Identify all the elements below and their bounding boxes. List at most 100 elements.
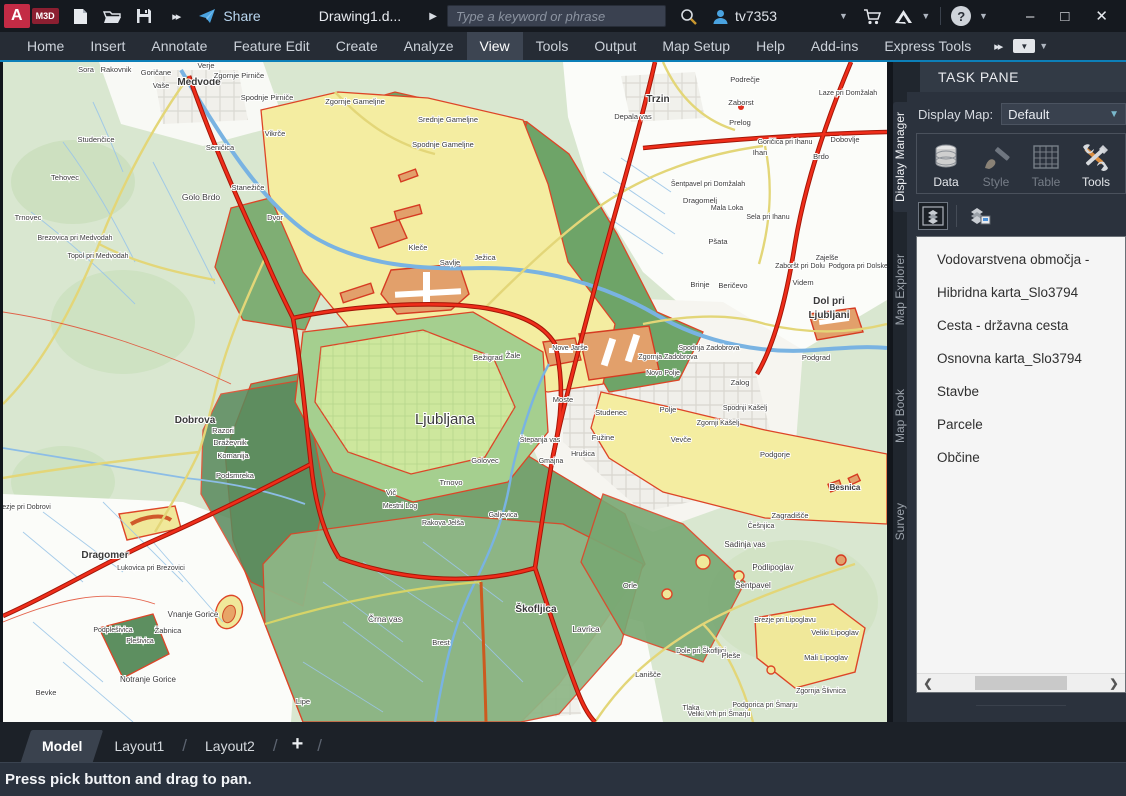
ribbon-tab-output[interactable]: Output	[581, 32, 649, 60]
map-place-label: Lukovica pri Brezovici	[117, 565, 185, 572]
side-tab-map-explorer[interactable]: Map Explorer	[893, 244, 907, 335]
map-place-label: Zgornja Zadobrova	[638, 354, 697, 361]
ribbon-tab-insert[interactable]: Insert	[77, 32, 138, 60]
map-place-label: Komanija	[217, 451, 249, 460]
map-place-label: Lipe	[296, 697, 310, 706]
map-viewport[interactable]: MedvodeTrzinDobrovaDragomerŠkofljicaDol …	[3, 62, 887, 722]
map-place-label: Podlipoglav	[752, 563, 793, 572]
layer-item[interactable]: Vodovarstvena območja -	[917, 243, 1125, 276]
tab-model[interactable]: Model	[21, 730, 104, 762]
map-place-label: Žabnica	[155, 626, 183, 635]
layer-item[interactable]: Stavbe	[917, 375, 1125, 408]
ribbon-tab-annotate[interactable]: Annotate	[138, 32, 220, 60]
layer-item[interactable]: Hibridna karta_Slo3794	[917, 276, 1125, 309]
layer-item[interactable]: Parcele	[917, 408, 1125, 441]
ribbon-tab-home[interactable]: Home	[14, 32, 77, 60]
titlebar-separator	[940, 7, 941, 25]
minimize-button[interactable]: –	[1026, 8, 1034, 25]
help-icon[interactable]: ?	[951, 6, 971, 26]
layer-item[interactable]: Cesta - državna cesta	[917, 309, 1125, 342]
map-place-label: Razori	[212, 426, 234, 435]
scrollbar-thumb[interactable]	[975, 676, 1067, 690]
map-place-label: Besnica	[830, 483, 861, 492]
map-place-label: Zgornje Pirniče	[214, 71, 264, 80]
map-place-label: Šentpavel pri Domžalah	[671, 179, 745, 188]
ribbon-tab-view[interactable]: View	[467, 32, 523, 60]
scroll-left-icon[interactable]: ❮	[917, 677, 939, 690]
help-dropdown-icon[interactable]: ▼	[979, 11, 988, 21]
map-place-label: Brezje pri Dobrovi	[3, 504, 51, 511]
ribbon-display-toggle-icon[interactable]: ▼	[1013, 39, 1035, 53]
map-place-label: Tehovec	[51, 173, 79, 182]
side-tab-display-manager[interactable]: Display Manager	[893, 102, 907, 212]
map-place-label: Veliki Lipoglav	[811, 628, 859, 637]
map-place-label: Notranje Gorice	[120, 675, 177, 684]
autodesk-dropdown-icon[interactable]: ▼	[921, 11, 930, 21]
ribbon-tab-analyze[interactable]: Analyze	[391, 32, 467, 60]
map-place-label: Dol pri	[813, 296, 845, 307]
map-place-label: Verje	[197, 62, 214, 70]
ribbon-tab-create[interactable]: Create	[323, 32, 391, 60]
tab-layout1[interactable]: Layout1	[98, 730, 180, 762]
map-place-label: Škofljica	[515, 602, 557, 615]
layer-item[interactable]: Osnovna karta_Slo3794	[917, 342, 1125, 375]
user-dropdown-icon[interactable]: ▼	[839, 11, 848, 21]
layout-tab-bar: ModelLayout1/Layout2/+/	[0, 722, 1126, 762]
new-file-icon[interactable]	[71, 7, 91, 25]
map-place-label: Spodnja Zadobrova	[678, 345, 739, 352]
scroll-right-icon[interactable]: ❯	[1103, 677, 1125, 690]
side-tab-survey[interactable]: Survey	[893, 493, 907, 550]
close-button[interactable]: ✕	[1095, 7, 1108, 25]
layer-item[interactable]: Občine	[917, 441, 1125, 474]
ribbon-tab-map-setup[interactable]: Map Setup	[649, 32, 743, 60]
map-place-label: Stanežiče	[232, 183, 265, 192]
user-icon	[712, 8, 729, 25]
side-tab-map-book[interactable]: Map Book	[893, 379, 907, 453]
map-place-label: Hrušica	[571, 451, 595, 458]
save-icon[interactable]	[134, 7, 154, 25]
autodesk-logo-icon[interactable]	[894, 7, 914, 25]
map-place-label: Ježica	[474, 253, 496, 262]
ribbon-tab-feature-edit[interactable]: Feature Edit	[220, 32, 322, 60]
ribbon-overflow-icon[interactable]: ▸▸	[994, 40, 1001, 53]
search-input[interactable]	[447, 5, 666, 27]
ribbon-toggle-dropdown-icon[interactable]: ▼	[1039, 41, 1048, 51]
tools-button[interactable]: Tools	[1073, 142, 1119, 189]
scrollbar-track[interactable]	[939, 674, 1103, 692]
search-icon[interactable]	[678, 7, 698, 25]
task-pane-side-tabs: Display Manager Map Explorer Map Book Surve…	[893, 92, 907, 722]
user-account-button[interactable]: tv7353	[712, 8, 777, 25]
style-button[interactable]: Style	[973, 142, 1019, 189]
groups-view-button[interactable]	[918, 202, 948, 230]
open-folder-icon[interactable]	[102, 7, 122, 25]
map-place-label: Bevke	[36, 688, 57, 697]
map-place-label: Studenec	[595, 408, 627, 417]
toolbar-expand-icon[interactable]: ▸▸	[166, 7, 186, 25]
share-plane-icon[interactable]	[198, 7, 218, 25]
tools-icon	[1081, 142, 1111, 172]
maximize-button[interactable]: □	[1060, 8, 1069, 25]
cart-icon[interactable]	[862, 7, 882, 25]
map-place-label: Galjevica	[489, 512, 518, 519]
map-place-label: Mestni Log	[383, 503, 417, 510]
search-flyout-icon[interactable]: ▶	[429, 11, 437, 22]
display-map-select[interactable]: Default ▼	[1001, 103, 1126, 125]
pane-resize-grip[interactable]	[976, 705, 1066, 708]
add-layout-button[interactable]: +	[280, 729, 316, 762]
tab-layout2[interactable]: Layout2	[189, 730, 271, 762]
map-place-label: Sela pri Ihanu	[746, 214, 789, 221]
data-button[interactable]: Data	[923, 142, 969, 189]
map-place-label: Fužine	[592, 433, 615, 442]
table-button[interactable]: Table	[1023, 142, 1069, 189]
map-place-label: Novo Polje	[646, 370, 680, 377]
add-group-button[interactable]	[965, 202, 995, 230]
ribbon-tab-express-tools[interactable]: Express Tools	[871, 32, 984, 60]
autocad-logo-icon[interactable]: A	[4, 4, 30, 28]
map-place-label: Vnanje Gorice	[168, 610, 219, 619]
ribbon-tab-tools[interactable]: Tools	[523, 32, 582, 60]
horizontal-scrollbar[interactable]: ❮ ❯	[917, 673, 1125, 692]
ribbon-tab-add-ins[interactable]: Add-ins	[798, 32, 871, 60]
ribbon-tab-help[interactable]: Help	[743, 32, 798, 60]
chevron-down-icon: ▼	[1109, 109, 1119, 120]
share-button[interactable]: Share	[223, 8, 260, 24]
